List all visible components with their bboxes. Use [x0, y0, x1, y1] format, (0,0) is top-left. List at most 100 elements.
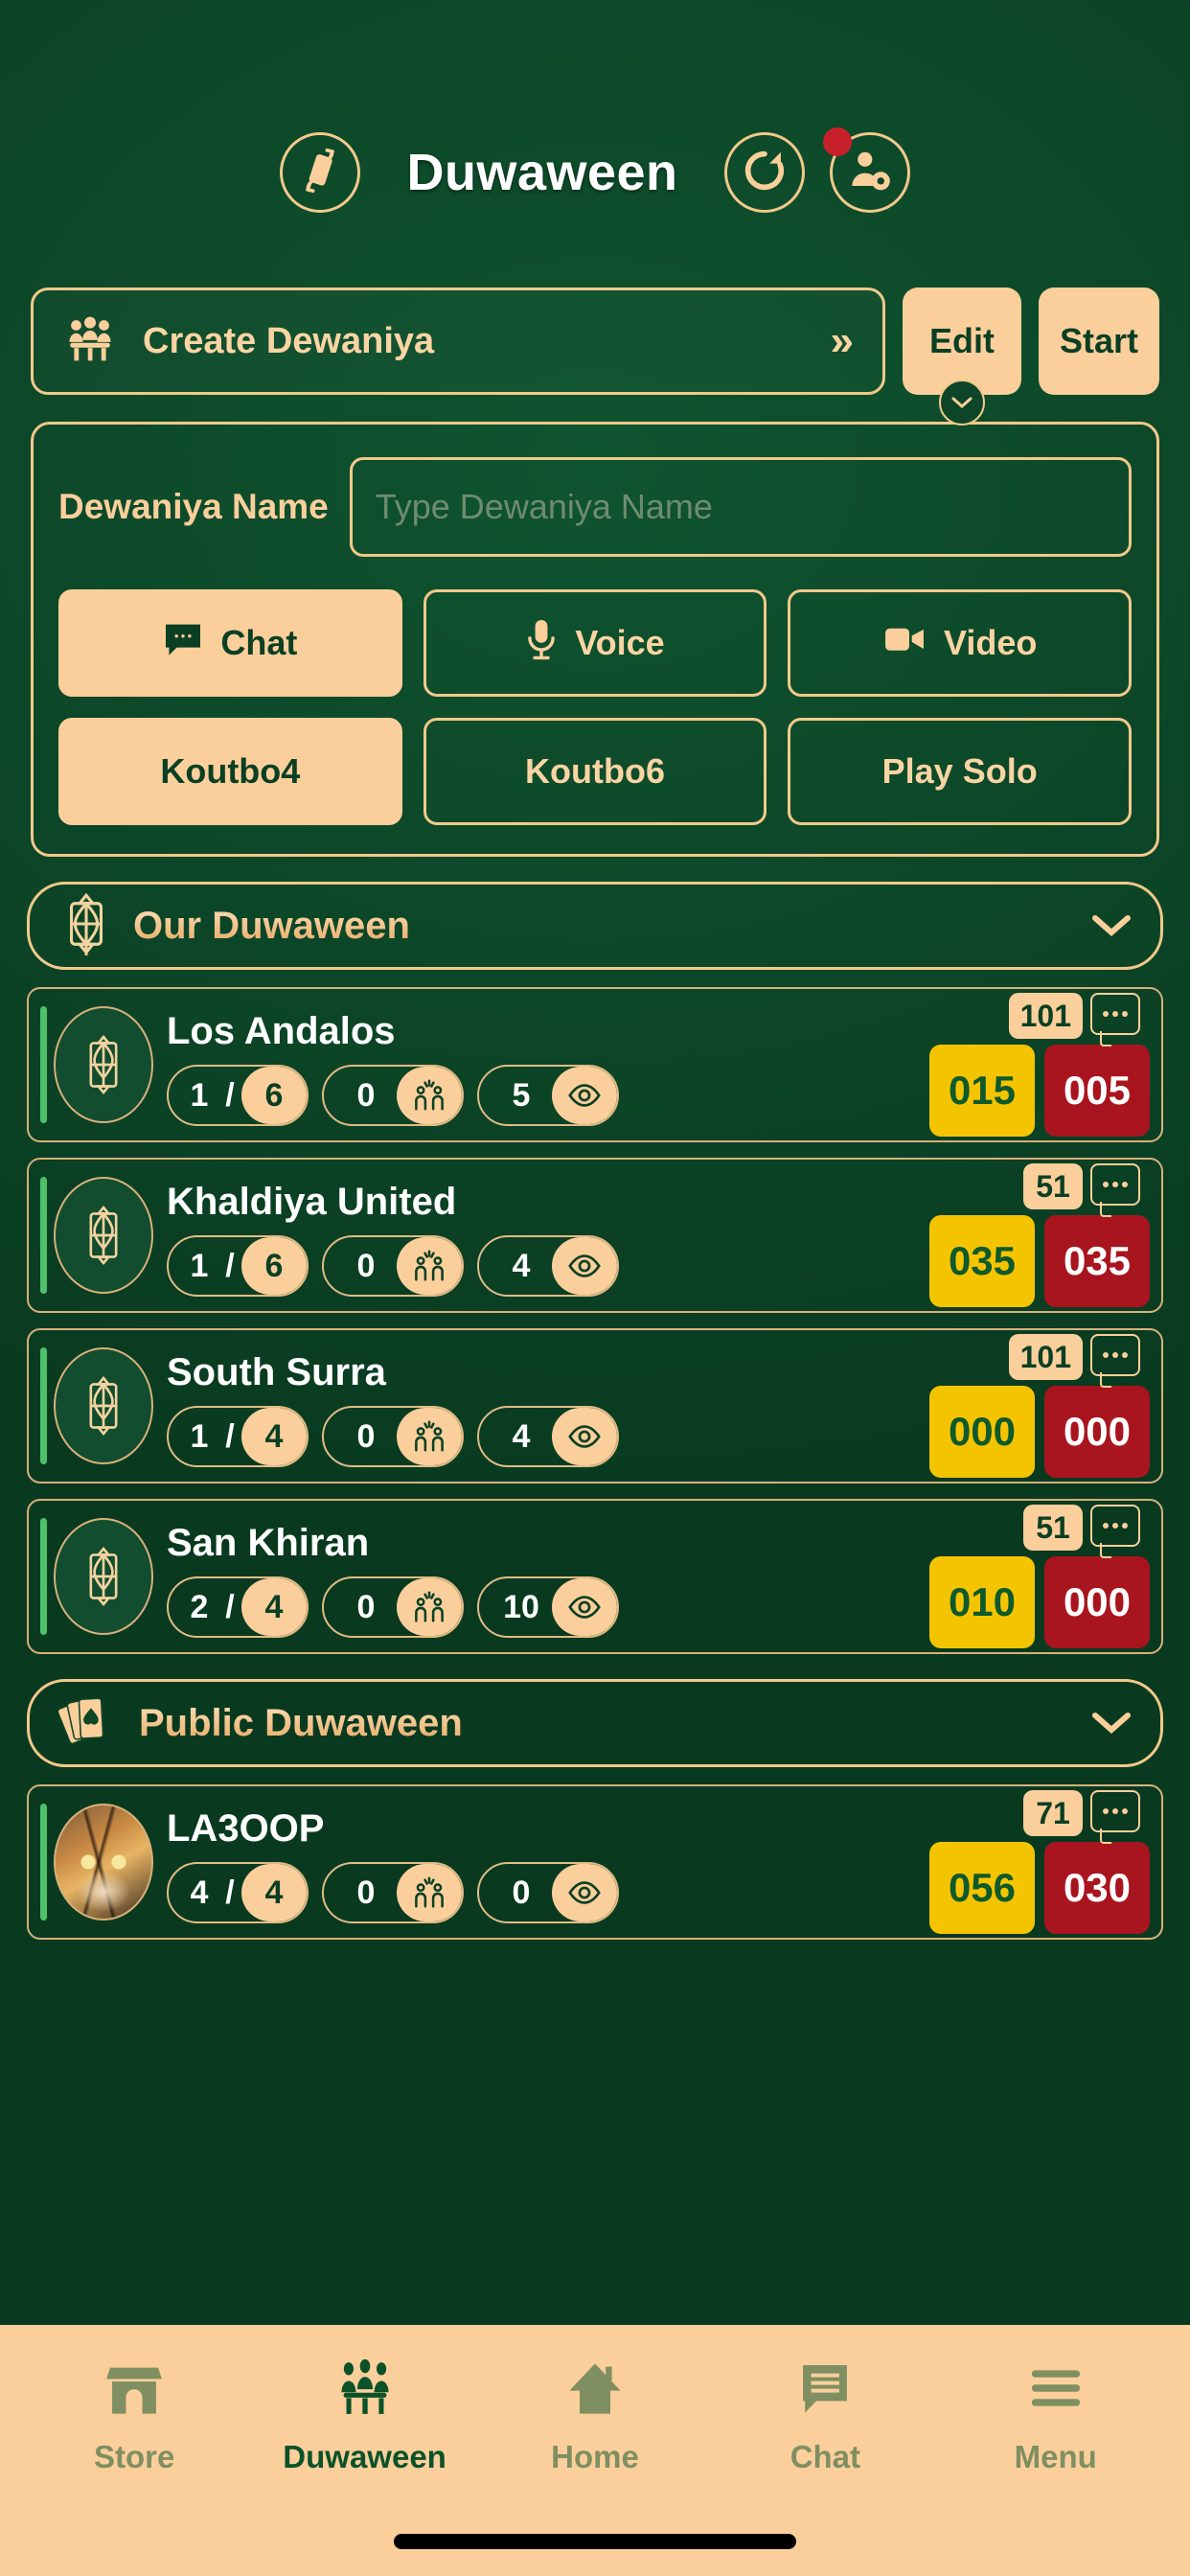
score-gold: 035 — [929, 1215, 1035, 1307]
chat-icon[interactable] — [1090, 1334, 1140, 1388]
round-total: 6 — [241, 1237, 307, 1295]
limit-and-chat: 51 — [1023, 1505, 1140, 1558]
score-gold: 015 — [929, 1045, 1035, 1137]
avatar — [54, 1518, 153, 1635]
room-name: LA3OOP — [167, 1806, 325, 1850]
score-red: 005 — [1044, 1045, 1150, 1137]
room-stats-row: 1 / 4 0 4 — [167, 1406, 922, 1467]
section-header-our-duwaween[interactable]: Our Duwaween — [27, 882, 1163, 970]
room-body: Khaldiya United 1 / 6 0 4 — [167, 1169, 922, 1301]
mode-option-voice[interactable]: Voice — [423, 589, 767, 697]
dewaniya-name-input[interactable] — [349, 457, 1132, 557]
nav-item-duwaween[interactable]: Duwaween — [269, 2358, 461, 2475]
edit-button-label: Edit — [928, 321, 995, 360]
room-card[interactable]: South Surra 1 / 4 0 4 101 000 000 — [27, 1328, 1163, 1484]
round-current: 1 — [190, 1247, 209, 1284]
app-header: Duwaween — [0, 0, 1190, 288]
profile-settings-icon — [845, 146, 895, 200]
high-five-icon — [397, 1408, 462, 1465]
online-status-bar — [40, 1006, 47, 1123]
waiting-count: 0 — [356, 1874, 376, 1911]
high-five-icon — [397, 1237, 462, 1295]
nav-item-chat[interactable]: Chat — [729, 2358, 921, 2475]
profile-settings-button[interactable] — [822, 127, 910, 213]
create-dewaniya-button[interactable]: Create Dewaniya » — [31, 288, 885, 395]
avatar — [54, 1177, 153, 1294]
action-bar: Create Dewaniya » Edit Start — [0, 288, 1190, 426]
chat-bubble-icon — [163, 622, 203, 665]
chevron-down-icon[interactable] — [938, 380, 985, 426]
room-name: Los Andalos — [167, 1009, 396, 1052]
high-five-icon — [397, 1864, 462, 1921]
mode-option-video-label: Video — [943, 623, 1038, 662]
chat-icon[interactable] — [1090, 1505, 1140, 1558]
start-button[interactable]: Start — [1038, 288, 1159, 395]
chat-icon[interactable] — [1090, 993, 1140, 1046]
avatar — [54, 1006, 153, 1123]
avatar — [54, 1347, 153, 1464]
waiting-pill: 0 — [322, 1862, 464, 1923]
rotate-device-icon — [295, 146, 345, 200]
room-right-col: 51 010 000 — [929, 1505, 1150, 1648]
score-limit-badge: 51 — [1023, 1163, 1083, 1209]
duwaween-list[interactable]: Our Duwaween Los Andalos 1 / 6 0 5 101 0… — [0, 857, 1190, 2325]
chevron-down-icon[interactable] — [1091, 1708, 1132, 1738]
mode-option-video[interactable]: Video — [788, 589, 1133, 697]
score-group: 015 005 — [929, 1045, 1150, 1137]
game-option-koutbo6[interactable]: Koutbo6 — [423, 718, 767, 825]
game-option-play-solo[interactable]: Play Solo — [788, 718, 1133, 825]
section-header-public-duwaween[interactable]: Public Duwaween — [27, 1679, 1163, 1767]
high-five-icon — [397, 1067, 462, 1124]
round-pill: 1 / 4 — [167, 1406, 309, 1467]
limit-and-chat: 101 — [1008, 993, 1140, 1046]
waiting-pill: 0 — [322, 1065, 464, 1126]
chat-icon[interactable] — [1090, 1163, 1140, 1217]
round-pill: 2 / 4 — [167, 1576, 309, 1638]
rotate-device-button[interactable] — [280, 132, 361, 213]
room-card[interactable]: Los Andalos 1 / 6 0 5 101 015 005 — [27, 987, 1163, 1142]
room-body: Los Andalos 1 / 6 0 5 — [167, 999, 922, 1131]
mode-option-chat[interactable]: Chat — [58, 589, 402, 697]
room-card[interactable]: LA3OOP 4 / 4 0 0 71 056 030 — [27, 1784, 1163, 1940]
score-limit-badge: 51 — [1023, 1505, 1083, 1551]
room-top-row: LA3OOP — [167, 1801, 922, 1856]
nav-label-home: Home — [551, 2439, 639, 2474]
score-limit-badge: 71 — [1023, 1790, 1083, 1836]
game-option-koutbo4[interactable]: Koutbo4 — [58, 718, 402, 825]
home-indicator — [394, 2534, 796, 2549]
chevron-down-icon[interactable] — [1091, 910, 1132, 941]
nav-item-home[interactable]: Home — [499, 2358, 691, 2475]
room-body: San Khiran 2 / 4 0 10 — [167, 1510, 922, 1643]
room-card[interactable]: Khaldiya United 1 / 6 0 4 51 035 035 — [27, 1158, 1163, 1313]
refresh-button[interactable] — [723, 132, 805, 213]
mode-option-chat-label: Chat — [220, 623, 298, 662]
score-gold: 010 — [929, 1556, 1035, 1648]
room-right-col: 51 035 035 — [929, 1163, 1150, 1307]
chat-icon[interactable] — [1090, 1790, 1140, 1844]
section-title-our-duwaween: Our Duwaween — [133, 905, 1072, 948]
nav-label-duwaween: Duwaween — [283, 2439, 446, 2474]
room-stats-row: 4 / 4 0 0 — [167, 1862, 922, 1923]
score-red: 030 — [1044, 1842, 1150, 1934]
nav-label-chat: Chat — [790, 2439, 861, 2474]
room-right-col: 71 056 030 — [929, 1790, 1150, 1934]
room-name: San Khiran — [167, 1521, 370, 1564]
online-status-bar — [40, 1804, 47, 1920]
nav-item-store[interactable]: Store — [38, 2358, 230, 2475]
score-group: 000 000 — [929, 1386, 1150, 1478]
room-card[interactable]: San Khiran 2 / 4 0 10 51 010 000 — [27, 1499, 1163, 1654]
waiting-count: 0 — [356, 1417, 376, 1455]
playing-cards-icon — [57, 1690, 120, 1758]
edit-button[interactable]: Edit — [902, 288, 1021, 426]
round-pill: 1 / 6 — [167, 1065, 309, 1126]
section-title-public-duwaween: Public Duwaween — [139, 1702, 1072, 1745]
room-stats-row: 2 / 4 0 10 — [167, 1576, 922, 1638]
high-five-icon — [397, 1578, 462, 1636]
online-status-bar — [40, 1518, 47, 1635]
waiting-pill: 0 — [322, 1406, 464, 1467]
watchers-pill: 5 — [477, 1065, 619, 1126]
waiting-count: 0 — [356, 1247, 376, 1284]
nav-item-menu[interactable]: Menu — [960, 2358, 1152, 2475]
watchers-count: 0 — [512, 1874, 531, 1911]
online-status-bar — [40, 1177, 47, 1294]
